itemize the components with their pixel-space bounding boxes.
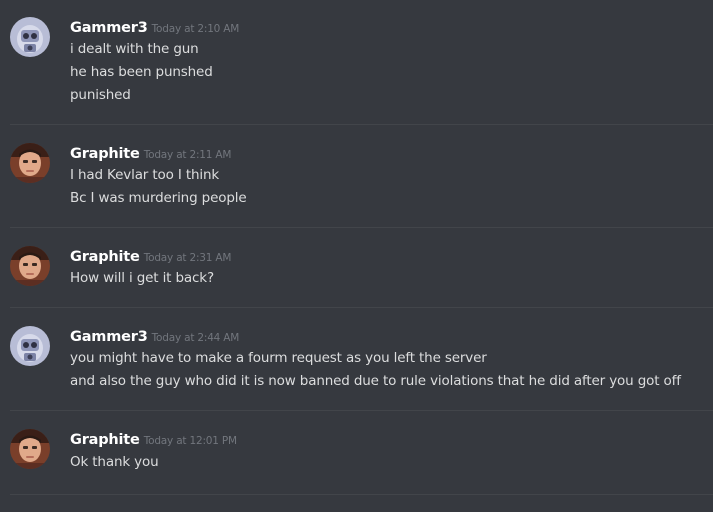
message-text: and also the guy who did it is now banne… (70, 373, 681, 389)
timestamp[interactable]: Today at 2:11 AM (144, 149, 232, 161)
message-text: you might have to make a fourm request a… (70, 350, 487, 366)
message-header: Gammer3 Today at 2:10 AM (70, 17, 239, 37)
robot-avatar-icon[interactable] (10, 326, 50, 366)
message-header: Graphite Today at 12:01 PM (70, 429, 237, 449)
message-list: Gammer3 Today at 2:10 AM i dealt with the… (0, 0, 713, 512)
message-text: punished (70, 87, 131, 103)
message-text: Bc I was murdering people (70, 190, 247, 206)
robot-avatar-icon[interactable] (10, 17, 50, 57)
username[interactable]: Graphite (70, 146, 140, 162)
message-text: he has been punshed (70, 64, 213, 80)
username[interactable]: Gammer3 (70, 329, 148, 345)
message-divider (10, 227, 713, 228)
person-avatar-icon[interactable] (10, 143, 50, 183)
timestamp[interactable]: Today at 2:44 AM (152, 332, 240, 344)
message-divider (10, 410, 713, 411)
message-header: Gammer3 Today at 2:44 AM (70, 326, 239, 346)
username[interactable]: Graphite (70, 249, 140, 265)
message-divider (10, 494, 713, 495)
message-text: How will i get it back? (70, 270, 214, 286)
person-avatar-icon[interactable] (10, 429, 50, 469)
message-text: i dealt with the gun (70, 41, 199, 57)
message-header: Graphite Today at 2:31 AM (70, 246, 231, 266)
timestamp[interactable]: Today at 2:10 AM (152, 23, 240, 35)
timestamp[interactable]: Today at 12:01 PM (144, 435, 237, 447)
person-avatar-icon[interactable] (10, 246, 50, 286)
username[interactable]: Gammer3 (70, 20, 148, 36)
message-header: Graphite Today at 2:11 AM (70, 143, 231, 163)
message-divider (10, 124, 713, 125)
message-text: I had Kevlar too I think (70, 167, 220, 183)
username[interactable]: Graphite (70, 432, 140, 448)
timestamp[interactable]: Today at 2:31 AM (144, 252, 232, 264)
message-text: Ok thank you (70, 454, 159, 470)
message-divider (10, 307, 713, 308)
